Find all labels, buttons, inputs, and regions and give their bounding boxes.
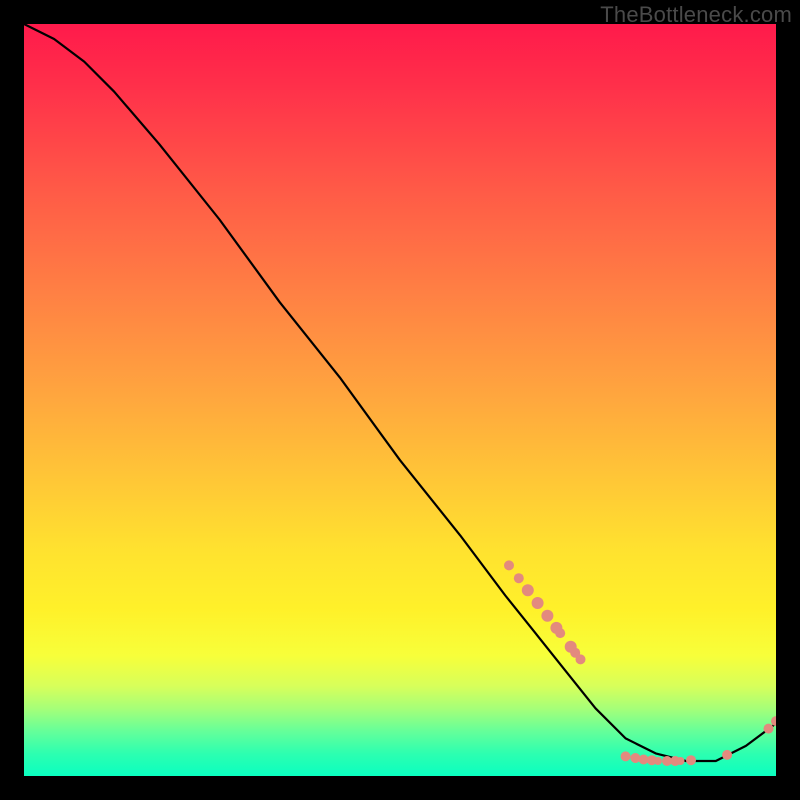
data-marker [532,597,544,609]
plot-area [24,24,776,776]
data-marker [555,628,565,638]
chart-svg [24,24,776,776]
curve-path [24,24,776,761]
data-marker [576,654,586,664]
data-marker [722,750,732,760]
data-marker [541,610,553,622]
data-marker [504,560,514,570]
watermark-text: TheBottleneck.com [600,2,792,28]
data-marker [621,751,631,761]
data-marker [686,755,696,765]
data-marker [522,584,534,596]
chart-stage: TheBottleneck.com [0,0,800,800]
data-marker [514,573,524,583]
data-marker [771,716,776,726]
marker-layer [504,560,776,766]
data-marker [764,724,774,734]
data-marker [654,757,662,765]
data-marker [677,757,685,765]
